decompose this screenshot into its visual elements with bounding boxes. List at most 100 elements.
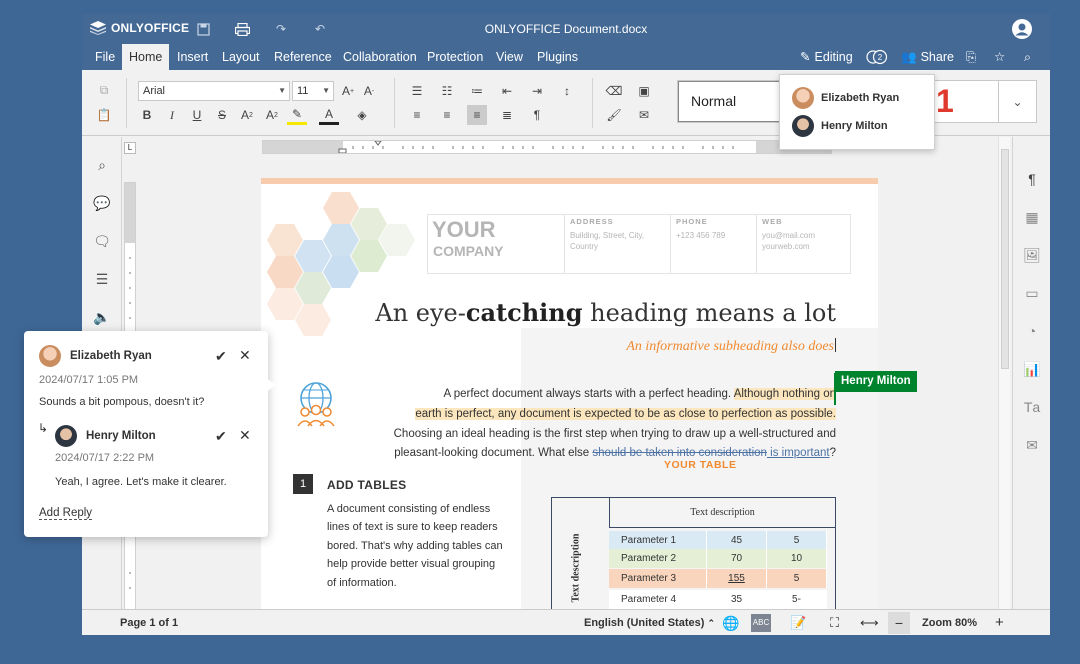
body-line-4[interactable]: pleasant-looking document. What else sho…	[336, 447, 836, 459]
align-right-icon[interactable]: ≡	[467, 105, 487, 125]
header-footer-settings-icon[interactable]: ▭	[1022, 283, 1042, 303]
chat-icon[interactable]: 🗨	[92, 231, 112, 251]
speaker-icon[interactable]: 🔈	[92, 307, 112, 327]
align-center-icon[interactable]: ≡	[437, 105, 457, 125]
para1-plain: A perfect document always starts with a …	[443, 388, 734, 400]
justify-icon[interactable]: ≣	[497, 105, 517, 125]
section-title: ADD TABLES	[327, 478, 407, 492]
chevron-up-icon: ⌃	[707, 618, 716, 628]
paragraph-settings-icon[interactable]: ¶	[1022, 169, 1042, 189]
font-size-select[interactable]: 11 ▼	[292, 81, 334, 101]
underline-icon[interactable]: U	[187, 105, 207, 125]
navigation-icon[interactable]: ☰	[92, 269, 112, 289]
bullet-list-icon[interactable]: ☰	[407, 81, 427, 101]
document-page[interactable]: YOUR COMPANY ADDRESS Building, Street, C…	[261, 178, 878, 611]
horizontal-ruler[interactable]	[262, 140, 832, 154]
open-location-icon[interactable]: ⎘	[966, 44, 976, 70]
table-row[interactable]: Parameter 1 45 5	[609, 531, 827, 550]
body-line-3[interactable]: Choosing an ideal heading is the first s…	[336, 428, 836, 440]
language-selector[interactable]: English (United States) ⌃	[584, 610, 715, 635]
spell-check-icon[interactable]: ABC	[751, 614, 771, 632]
resolve-check-icon[interactable]: ✔	[215, 348, 227, 365]
tab-reference[interactable]: Reference	[267, 44, 339, 70]
italic-icon[interactable]: I	[162, 105, 182, 125]
tab-home[interactable]: Home	[122, 44, 170, 70]
favorite-star-icon[interactable]: ☆	[994, 44, 1005, 70]
vertical-scrollbar[interactable]	[998, 137, 1010, 609]
ruler-tab-selector[interactable]: L	[124, 142, 136, 154]
page-counter[interactable]: Page 1 of 1	[120, 610, 178, 635]
table-row[interactable]: Parameter 2 70 10	[609, 549, 827, 568]
font-name-select[interactable]: Arial ▼	[138, 81, 290, 101]
tracked-insertion[interactable]: is important	[767, 447, 829, 459]
table-row[interactable]: Parameter 4 35 5-	[609, 590, 827, 609]
tab-protection[interactable]: Protection	[420, 44, 490, 70]
fit-page-icon[interactable]: ⛶	[830, 610, 839, 635]
pencil-icon: ✎	[800, 50, 811, 64]
reply-check-icon[interactable]: ✔	[215, 428, 227, 445]
tab-collaboration[interactable]: Collaboration	[336, 44, 424, 70]
tab-insert[interactable]: Insert	[170, 44, 215, 70]
document-heading[interactable]: An eye-catching heading means a lot	[375, 298, 836, 327]
table-row[interactable]: Parameter 3 155 5	[609, 569, 827, 588]
align-left-icon[interactable]: ≡	[407, 105, 427, 125]
bold-icon[interactable]: B	[137, 105, 157, 125]
para2-highlighted: earth is perfect, any document is expect…	[415, 408, 836, 420]
tab-plugins[interactable]: Plugins	[530, 44, 585, 70]
style-normal[interactable]: Normal	[678, 81, 782, 122]
increase-indent-icon[interactable]: ⇥	[527, 81, 547, 101]
body-line-2[interactable]: earth is perfect, any document is expect…	[336, 408, 836, 420]
editing-mode-button[interactable]: ✎ Editing	[800, 44, 853, 70]
increase-font-icon[interactable]: A +	[338, 81, 358, 101]
multilevel-list-icon[interactable]: ≔	[467, 81, 487, 101]
reply-close-icon[interactable]: ✕	[239, 427, 251, 444]
line-spacing-icon[interactable]: ↕	[557, 81, 577, 101]
superscript-icon[interactable]: A2	[237, 105, 257, 125]
table-settings-icon[interactable]: ▦	[1022, 207, 1042, 227]
font-color-icon[interactable]: A	[319, 105, 339, 125]
zoom-out-icon[interactable]: −	[888, 612, 910, 634]
subscript-icon[interactable]: A2	[262, 105, 282, 125]
style-heading-preview[interactable]: 1	[936, 83, 954, 120]
mail-merge-settings-icon[interactable]: ✉	[1022, 435, 1042, 455]
track-changes-icon[interactable]: 📝	[790, 610, 806, 635]
section-body[interactable]: A document consisting of endless lines o…	[327, 500, 507, 592]
share-button[interactable]: 👥 Share	[901, 44, 954, 70]
tab-layout[interactable]: Layout	[215, 44, 267, 70]
nonprinting-characters-icon[interactable]: ¶	[527, 105, 547, 125]
co-editors-button[interactable]: 2	[866, 44, 888, 70]
color-scheme-icon[interactable]: ▣	[634, 81, 654, 101]
fit-width-icon[interactable]: ⟷	[860, 610, 879, 635]
zoom-in-icon[interactable]: +	[995, 610, 1004, 635]
add-reply-link[interactable]: Add Reply	[39, 507, 93, 520]
copy-icon[interactable]: ⧉	[94, 80, 114, 100]
data-table[interactable]: Text description Text description Parame…	[551, 497, 836, 610]
clear-style-icon[interactable]: ⌫	[604, 81, 624, 101]
image-settings-icon[interactable]: 🖼	[1022, 245, 1042, 265]
search-icon[interactable]: ⌕	[1024, 44, 1031, 70]
globe-icon[interactable]: 🌐	[722, 610, 739, 635]
decrease-font-icon[interactable]: A-	[359, 81, 379, 101]
comments-icon[interactable]: 💬	[92, 193, 112, 213]
tracked-deletion[interactable]: should be taken into consideration	[592, 447, 767, 459]
tab-file[interactable]: File	[88, 44, 122, 70]
paste-icon[interactable]: 📋	[94, 105, 114, 125]
mail-merge-icon[interactable]: ✉	[634, 105, 654, 125]
tab-view[interactable]: View	[489, 44, 530, 70]
user-avatar-icon[interactable]	[1012, 19, 1032, 39]
search-icon[interactable]: ⌕	[92, 155, 112, 175]
numbered-list-icon[interactable]: ☷	[437, 81, 457, 101]
copy-style-icon[interactable]: 🖌	[604, 105, 624, 125]
shape-settings-icon[interactable]: ◔	[1022, 321, 1042, 341]
paragraph-shading-icon[interactable]: ◈	[352, 105, 372, 125]
highlight-color-icon[interactable]: ✎	[287, 105, 307, 125]
decrease-indent-icon[interactable]: ⇤	[497, 81, 517, 101]
body-line-1[interactable]: A perfect document always starts with a …	[336, 388, 836, 400]
styles-dropdown-button[interactable]: ⌄	[998, 81, 1036, 122]
document-subheading[interactable]: An informative subheading also does	[626, 338, 836, 355]
text-art-settings-icon[interactable]: Tа	[1022, 397, 1042, 417]
strikethrough-icon[interactable]: S	[212, 105, 232, 125]
close-icon[interactable]: ✕	[239, 347, 251, 364]
scrollbar-thumb[interactable]	[1001, 149, 1009, 369]
chart-settings-icon[interactable]: 📊	[1022, 359, 1042, 379]
